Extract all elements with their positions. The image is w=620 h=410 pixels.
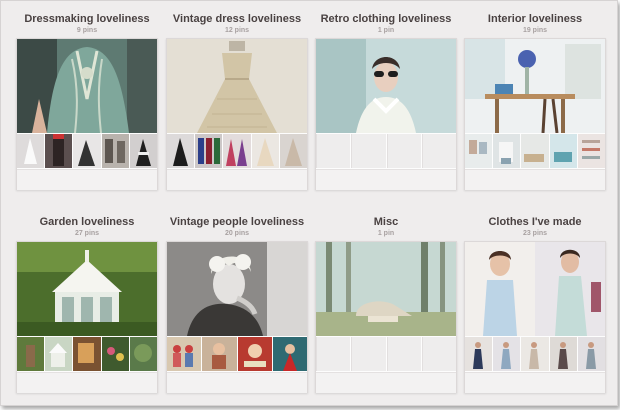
pin-count: 19 pins [522, 27, 548, 34]
thumbnail-strip [465, 134, 606, 168]
thumbnail[interactable] [549, 337, 577, 371]
board-card[interactable] [16, 241, 158, 393]
thumbnail[interactable] [577, 134, 606, 168]
board-card[interactable] [315, 38, 457, 190]
board-cover-image[interactable] [167, 39, 307, 133]
board-title[interactable]: Retro clothing loveliness [315, 13, 457, 25]
board-card[interactable] [166, 241, 308, 393]
thumbnail-placeholder [386, 134, 421, 168]
thumbnail[interactable] [167, 337, 202, 371]
board-misc[interactable]: Misc 1 pin [315, 211, 457, 399]
board-title[interactable]: Garden loveliness [16, 216, 158, 228]
thumbnail-placeholder [421, 337, 456, 371]
thumbnail[interactable] [493, 337, 521, 371]
thumbnail[interactable] [45, 134, 73, 168]
thumbnail[interactable] [521, 337, 549, 371]
thumbnail[interactable] [465, 134, 493, 168]
board-title[interactable]: Clothes I've made [464, 216, 606, 228]
board-card[interactable] [464, 241, 606, 393]
pin-count: 20 pins [224, 230, 250, 237]
board-card[interactable] [464, 38, 606, 190]
thumbnail-placeholder [421, 134, 456, 168]
thumbnail[interactable] [101, 337, 129, 371]
thumbnail[interactable] [129, 134, 158, 168]
thumbnail-placeholder [386, 337, 421, 371]
thumbnail[interactable] [549, 134, 577, 168]
thumbnail-placeholder [316, 337, 351, 371]
thumbnail[interactable] [101, 134, 129, 168]
pin-count: 1 pin [377, 230, 395, 237]
thumbnail[interactable] [251, 134, 279, 168]
thumbnail-placeholder [316, 134, 351, 168]
card-footer [316, 169, 456, 190]
board-card[interactable] [166, 38, 308, 190]
board-cover-image[interactable] [316, 242, 456, 336]
thumbnail[interactable] [279, 134, 308, 168]
board-title[interactable]: Dressmaking loveliness [16, 13, 158, 25]
board-vintage-people[interactable]: Vintage people loveliness 20 pins [166, 211, 308, 399]
pin-count: 23 pins [522, 230, 548, 237]
thumbnail-strip [316, 337, 456, 371]
pin-count: 12 pins [224, 27, 250, 34]
board-cover-image[interactable] [316, 39, 456, 133]
thumbnail[interactable] [17, 337, 45, 371]
board-interior[interactable]: Interior loveliness 19 pins [464, 8, 606, 196]
board-title[interactable]: Vintage dress loveliness [166, 13, 308, 25]
pin-count: 9 pins [76, 27, 98, 34]
thumbnail-strip [17, 337, 158, 371]
thumbnail[interactable] [493, 134, 521, 168]
board-cover-image[interactable] [167, 242, 307, 336]
thumbnail[interactable] [73, 337, 101, 371]
pin-count: 1 pin [377, 27, 395, 34]
thumbnail[interactable] [195, 134, 223, 168]
card-footer [17, 169, 157, 190]
thumbnail[interactable] [202, 337, 237, 371]
board-title[interactable]: Vintage people loveliness [166, 216, 308, 228]
thumbnail[interactable] [223, 134, 251, 168]
thumbnail[interactable] [73, 134, 101, 168]
thumbnail[interactable] [45, 337, 73, 371]
board-clothes-made[interactable]: Clothes I've made 23 pins [464, 211, 606, 399]
card-footer [167, 169, 307, 190]
thumbnail[interactable] [167, 134, 195, 168]
thumbnail[interactable] [129, 337, 158, 371]
thumbnail-placeholder [351, 134, 386, 168]
board-card[interactable] [16, 38, 158, 190]
board-retro-clothing[interactable]: Retro clothing loveliness 1 pin [315, 8, 457, 196]
thumbnail[interactable] [17, 134, 45, 168]
board-cover-image[interactable] [17, 39, 157, 133]
thumbnail[interactable] [521, 134, 549, 168]
pin-count: 27 pins [74, 230, 100, 237]
card-footer [465, 169, 605, 190]
board-cover-image[interactable] [465, 242, 605, 336]
thumbnail[interactable] [465, 337, 493, 371]
card-footer [316, 372, 456, 393]
board-dressmaking[interactable]: Dressmaking loveliness 9 pins [16, 8, 158, 196]
card-footer [167, 372, 307, 393]
board-title[interactable]: Interior loveliness [464, 13, 606, 25]
board-title[interactable]: Misc [315, 216, 457, 228]
thumbnail-strip [465, 337, 606, 371]
board-cover-image[interactable] [17, 242, 157, 336]
card-footer [465, 372, 605, 393]
thumbnail-strip [167, 337, 307, 371]
thumbnail[interactable] [272, 337, 307, 371]
board-vintage-dress[interactable]: Vintage dress loveliness 12 pins [166, 8, 308, 196]
card-footer [17, 372, 157, 393]
thumbnail[interactable] [237, 337, 272, 371]
board-garden[interactable]: Garden loveliness 27 pins [16, 211, 158, 399]
boards-page: Dressmaking loveliness 9 pins Vintage dr… [0, 0, 618, 406]
thumbnail-strip [316, 134, 456, 168]
thumbnail-placeholder [351, 337, 386, 371]
thumbnail[interactable] [577, 337, 606, 371]
thumbnail-strip [17, 134, 158, 168]
board-card[interactable] [315, 241, 457, 393]
board-cover-image[interactable] [465, 39, 605, 133]
thumbnail-strip [167, 134, 308, 168]
